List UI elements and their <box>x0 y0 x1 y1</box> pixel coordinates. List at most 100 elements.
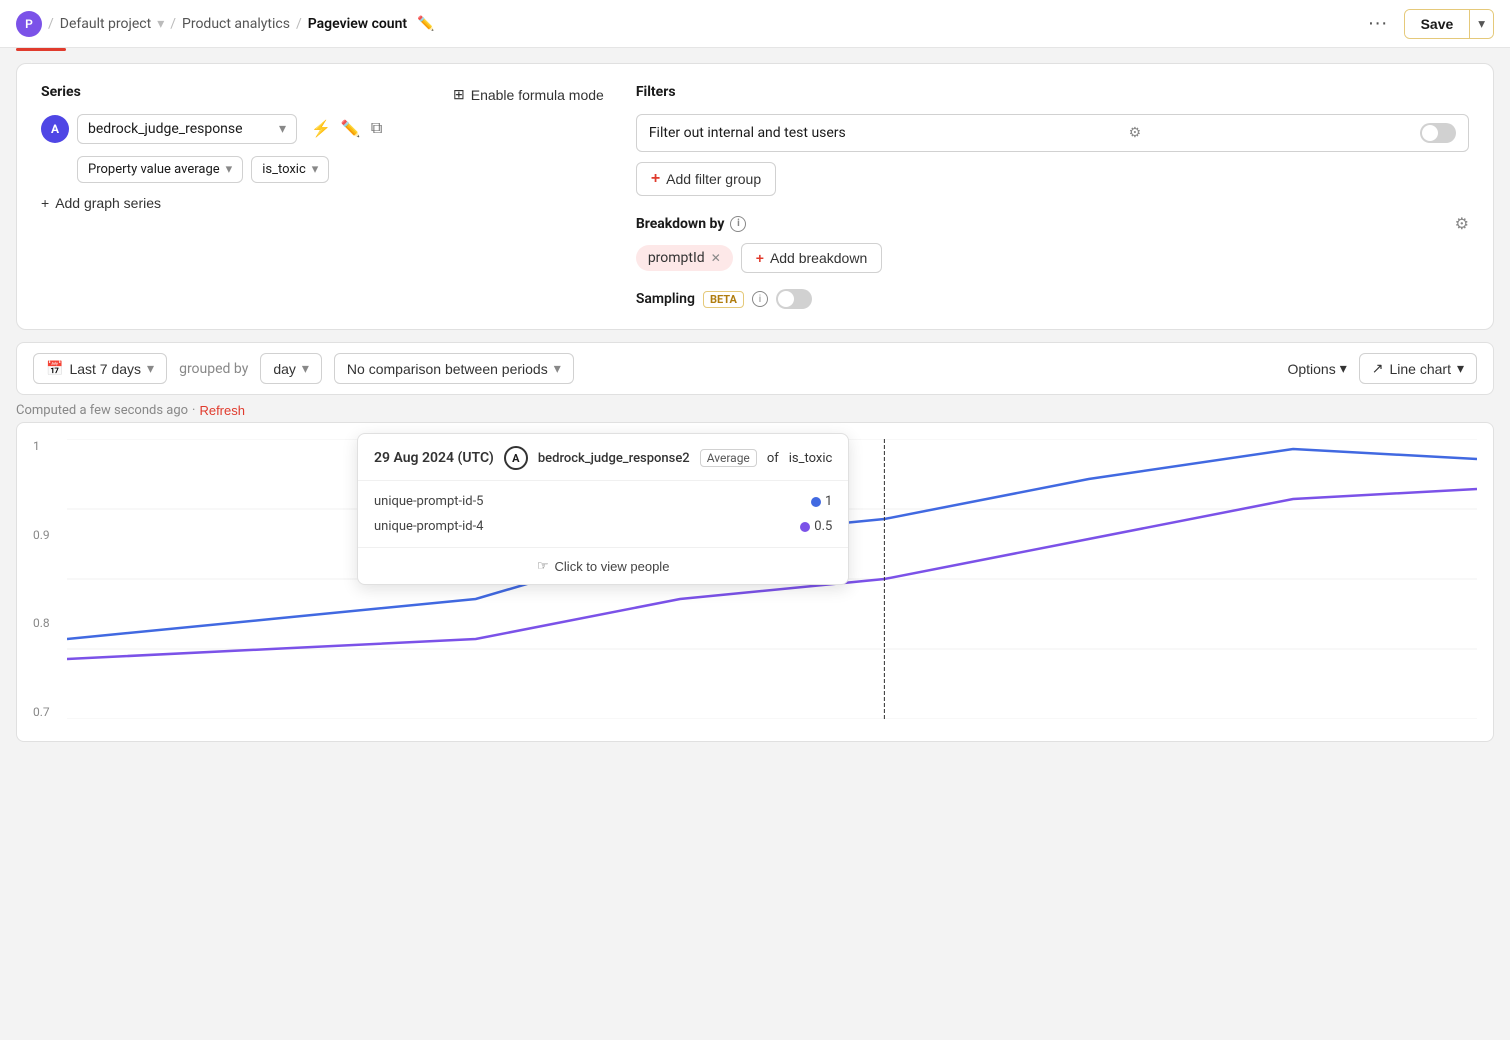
tooltip-row-1-label: unique-prompt-id-5 <box>374 494 483 509</box>
sampling-info-icon[interactable]: i <box>752 291 768 307</box>
chart-type-label: Line chart <box>1389 361 1450 377</box>
filter-icon-btn[interactable]: ⚡ <box>309 117 333 141</box>
chart-type-caret: ▾ <box>1457 360 1464 377</box>
series-section: Series A bedrock_judge_response ▾ ⚡ ✏️ ⧉… <box>41 84 421 211</box>
chart-type-button[interactable]: ↗ Line chart ▾ <box>1359 353 1477 384</box>
top-navigation: P / Default project ▾ / Product analytic… <box>0 0 1510 48</box>
comparison-button[interactable]: No comparison between periods ▾ <box>334 353 574 384</box>
grouped-by-label: grouped by <box>179 361 248 377</box>
series-name-label: bedrock_judge_response <box>88 121 243 137</box>
add-filter-label: Add filter group <box>666 171 761 187</box>
breadcrumb-product-analytics[interactable]: Product analytics <box>182 16 290 32</box>
series-name-dropdown[interactable]: bedrock_judge_response ▾ <box>77 114 297 144</box>
avatar: P <box>16 11 42 37</box>
tooltip-row-1-value: 1 <box>825 494 832 509</box>
add-breakdown-plus: + <box>756 250 764 266</box>
tooltip-footer: ☞ Click to view people <box>358 547 848 584</box>
group-unit-label: day <box>273 361 296 377</box>
formula-section: ⊞ Enable formula mode <box>453 84 604 103</box>
click-to-view-people-button[interactable]: ☞ Click to view people <box>537 558 670 574</box>
enable-formula-button[interactable]: ⊞ Enable formula mode <box>453 86 604 103</box>
series-dropdown-caret: ▾ <box>279 121 286 137</box>
breadcrumb-sep-1: / <box>48 16 54 32</box>
breadcrumb-sep-4: / <box>296 16 302 32</box>
chart-tooltip: 29 Aug 2024 (UTC) A bedrock_judge_respon… <box>357 433 849 585</box>
add-breakdown-label: Add breakdown <box>770 250 867 266</box>
tooltip-row-1: unique-prompt-id-5 1 <box>358 489 848 514</box>
cursor-icon: ☞ <box>537 558 549 574</box>
is-toxic-caret: ▾ <box>312 162 319 177</box>
y-label-07: 0.7 <box>33 705 50 719</box>
y-axis-labels: 1 0.9 0.8 0.7 <box>33 439 50 719</box>
copy-series-icon[interactable]: ⧉ <box>369 118 384 140</box>
breakdown-gear-icon[interactable]: ⚙ <box>1455 214 1469 233</box>
sampling-label: Sampling <box>636 291 695 307</box>
breadcrumb-default-project[interactable]: Default project <box>60 16 151 32</box>
series-icons: ⚡ ✏️ ⧉ <box>309 117 384 141</box>
click-people-label: Click to view people <box>555 559 670 574</box>
sampling-toggle[interactable] <box>776 289 812 309</box>
tooltip-of-field: is_toxic <box>789 451 833 466</box>
tooltip-row-2-right: 0.5 <box>792 519 832 534</box>
formula-icon: ⊞ <box>453 86 465 103</box>
tooltip-series: bedrock_judge_response2 <box>538 451 690 466</box>
series-badge-a: A <box>41 115 69 143</box>
tooltip-avatar: A <box>504 446 528 470</box>
computed-text: Computed a few seconds ago <box>16 403 188 418</box>
computed-sep: · <box>192 403 195 418</box>
property-value-dropdown[interactable]: Property value average ▾ <box>77 156 243 183</box>
breakdown-tags: promptId ✕ + Add breakdown <box>636 243 1469 273</box>
breadcrumb-sep-3: / <box>170 16 176 32</box>
options-caret: ▾ <box>1340 360 1347 377</box>
group-unit-caret: ▾ <box>302 360 309 377</box>
filter-gear-icon[interactable]: ⚙ <box>1129 125 1142 141</box>
comparison-caret: ▾ <box>554 360 561 377</box>
breakdown-info-icon[interactable]: i <box>730 216 746 232</box>
tooltip-average-badge: Average <box>700 449 757 467</box>
edit-series-icon[interactable]: ✏️ <box>339 117 363 141</box>
property-caret: ▾ <box>226 162 233 177</box>
filter-label-internal: Filter out internal and test users <box>649 125 846 141</box>
filters-section: Filters Filter out internal and test use… <box>636 84 1469 309</box>
breakdown-header: Breakdown by i ⚙ <box>636 214 1469 233</box>
is-toxic-dropdown[interactable]: is_toxic ▾ <box>251 156 329 183</box>
more-options-button[interactable]: ··· <box>1360 8 1396 39</box>
chart-area: 1 0.9 0.8 0.7 29 Aug 2024 (UTC) A bedroc… <box>16 422 1494 742</box>
date-range-button[interactable]: 📅 Last 7 days ▾ <box>33 353 167 384</box>
tooltip-of: of <box>767 451 779 466</box>
comparison-label: No comparison between periods <box>347 361 548 377</box>
add-series-button[interactable]: + Add graph series <box>41 195 161 211</box>
filter-toggle[interactable] <box>1420 123 1456 143</box>
breakdown-tag-remove[interactable]: ✕ <box>711 251 721 265</box>
tooltip-header: 29 Aug 2024 (UTC) A bedrock_judge_respon… <box>358 434 848 481</box>
computed-bar: Computed a few seconds ago · Refresh <box>16 403 1494 418</box>
breadcrumb-current-page: Pageview count <box>308 16 407 32</box>
tooltip-row-2-value: 0.5 <box>814 519 832 534</box>
refresh-button[interactable]: Refresh <box>199 403 245 418</box>
options-button[interactable]: Options ▾ <box>1287 360 1346 377</box>
add-filter-group-button[interactable]: + Add filter group <box>636 162 776 196</box>
card-header: Series A bedrock_judge_response ▾ ⚡ ✏️ ⧉… <box>41 84 1469 309</box>
add-series-plus: + <box>41 195 49 211</box>
edit-icon[interactable]: ✏️ <box>417 16 434 32</box>
date-range-label: Last 7 days <box>69 361 141 377</box>
controls-bar: 📅 Last 7 days ▾ grouped by day ▾ No comp… <box>16 342 1494 395</box>
save-button-group: Save ▾ <box>1404 9 1494 39</box>
breakdown-title: Breakdown by i <box>636 216 747 232</box>
breadcrumb: P / Default project ▾ / Product analytic… <box>16 11 435 37</box>
y-label-08: 0.8 <box>33 616 50 630</box>
breakdown-tag-promptid: promptId ✕ <box>636 245 733 271</box>
series-title: Series <box>41 84 421 100</box>
linechart-icon: ↗ <box>1372 360 1384 377</box>
save-caret-button[interactable]: ▾ <box>1469 10 1493 38</box>
formula-label: Enable formula mode <box>471 87 604 103</box>
y-label-09: 0.9 <box>33 528 50 542</box>
add-breakdown-button[interactable]: + Add breakdown <box>741 243 882 273</box>
save-button[interactable]: Save <box>1405 10 1470 38</box>
y-label-1: 1 <box>33 439 50 453</box>
filters-title: Filters <box>636 84 1469 100</box>
group-unit-button[interactable]: day ▾ <box>260 353 322 384</box>
add-filter-plus: + <box>651 170 660 188</box>
tooltip-date: 29 Aug 2024 (UTC) <box>374 450 494 466</box>
options-label: Options <box>1287 361 1335 377</box>
